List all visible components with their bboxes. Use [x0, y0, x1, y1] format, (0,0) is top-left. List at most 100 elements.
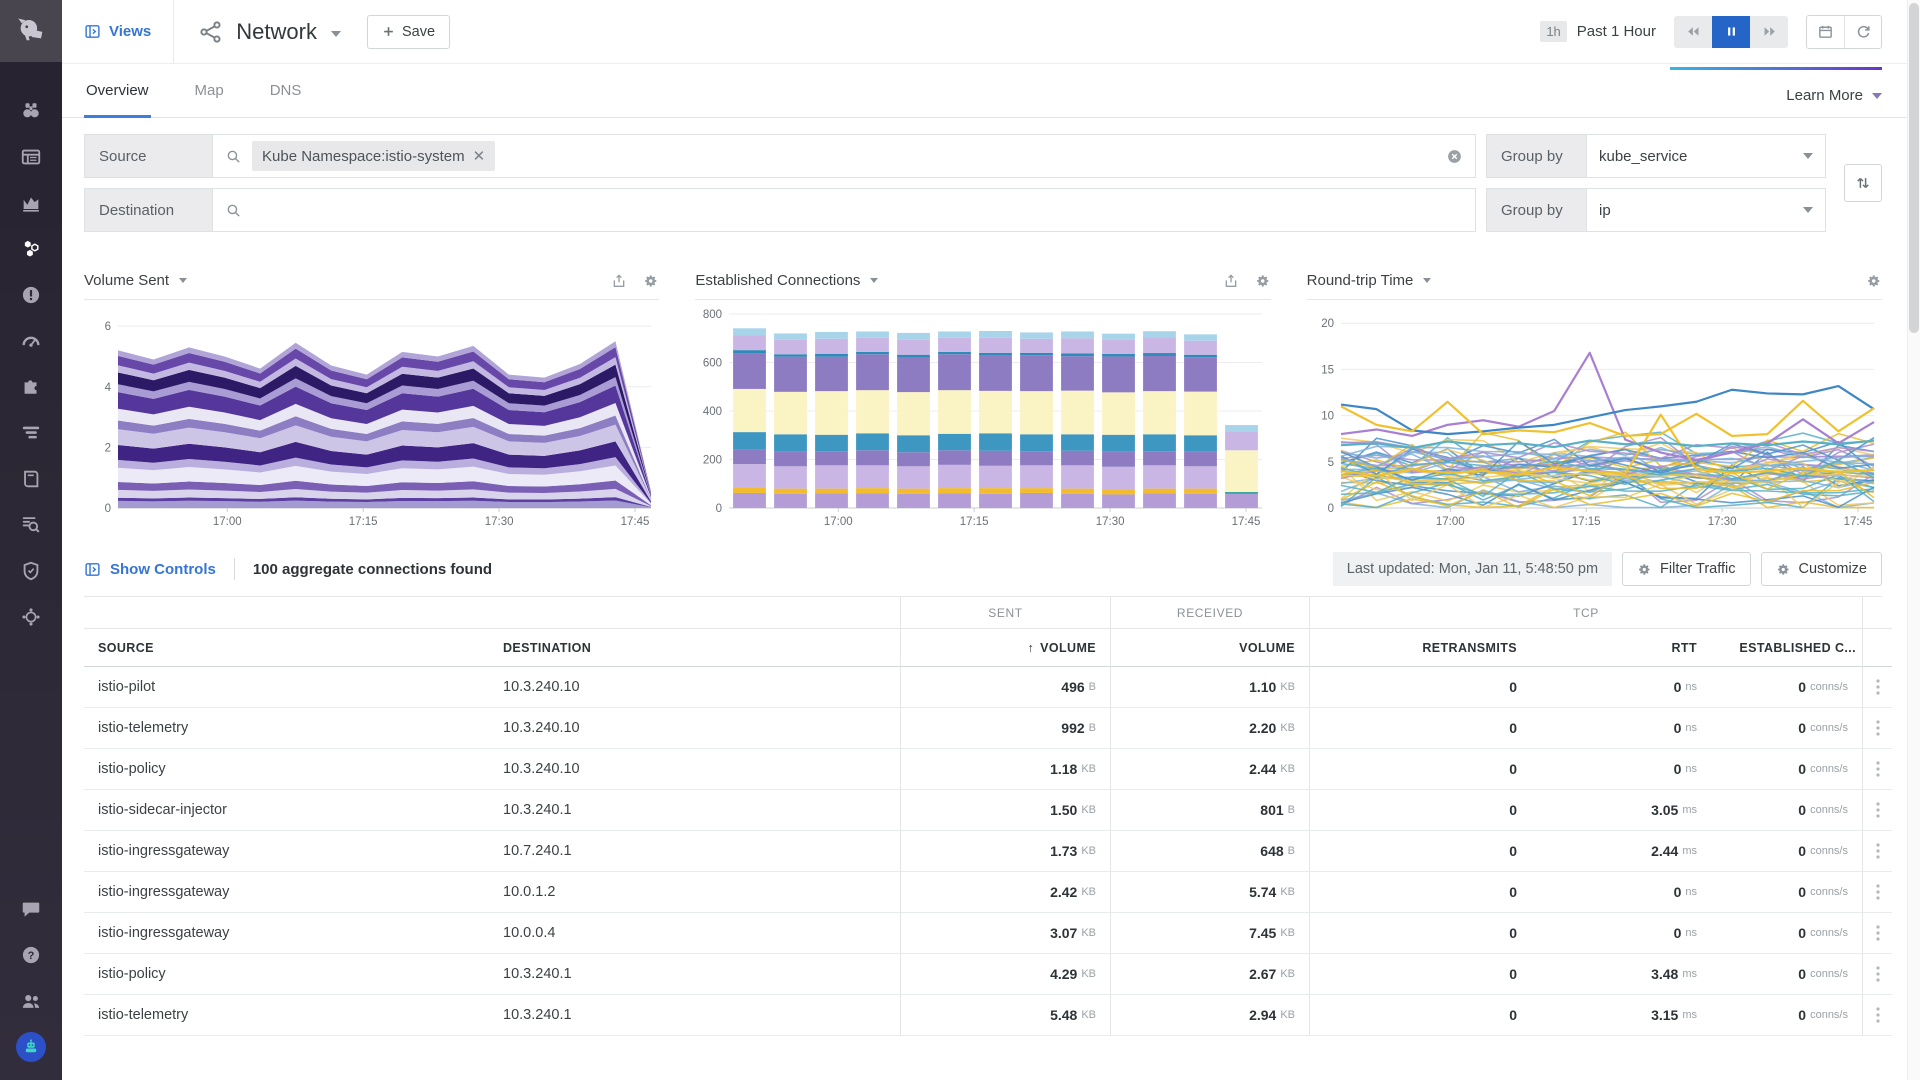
column-header-established[interactable]: ESTABLISHED C... — [1711, 629, 1862, 667]
scrollbar-thumb[interactable] — [1909, 3, 1919, 333]
source-search-input[interactable]: Kube Namespace:istio-system ✕ — [212, 134, 1476, 178]
chart-title-established-connections[interactable]: Established Connections — [695, 272, 860, 289]
sidebar-item-logs[interactable] — [0, 502, 62, 548]
column-header-rtt[interactable]: RTT — [1531, 629, 1711, 667]
time-range-label[interactable]: Past 1 Hour — [1577, 23, 1656, 40]
row-actions-kebab-icon[interactable] — [1862, 749, 1892, 790]
show-controls-button[interactable]: Show Controls — [84, 561, 216, 578]
svg-text:600: 600 — [703, 358, 722, 370]
sidebar-item-help[interactable]: ? — [0, 932, 62, 978]
source-group-by-value: kube_service — [1599, 148, 1687, 165]
title-chevron-down-icon[interactable] — [331, 31, 341, 37]
svg-text:17:45: 17:45 — [1843, 516, 1872, 528]
swap-source-destination-button[interactable] — [1844, 164, 1882, 202]
time-range-badge: 1h — [1540, 21, 1566, 42]
learn-more-button[interactable]: Learn More — [1786, 64, 1882, 117]
table-row[interactable]: istio-pilot10.3.240.10496B1.10KB00ns0con… — [84, 667, 1882, 708]
gear-icon[interactable] — [643, 273, 659, 289]
row-actions-kebab-icon[interactable] — [1862, 954, 1892, 995]
refresh-button[interactable] — [1844, 16, 1881, 48]
sidebar-item-watchdog[interactable] — [0, 88, 62, 134]
row-received-volume: 2.94KB — [1110, 995, 1309, 1036]
help-icon: ? — [20, 944, 42, 966]
row-actions-kebab-icon[interactable] — [1862, 667, 1892, 708]
chat-icon — [20, 898, 42, 920]
row-actions-kebab-icon[interactable] — [1862, 708, 1892, 749]
sidebar-item-integrations[interactable] — [0, 364, 62, 410]
calendar-button[interactable] — [1807, 16, 1844, 48]
svg-text:200: 200 — [703, 455, 722, 467]
table-row[interactable]: istio-policy10.3.240.101.18KB2.44KB00ns0… — [84, 749, 1882, 790]
sidebar-item-apm[interactable] — [0, 410, 62, 456]
chart-title-volume-sent[interactable]: Volume Sent — [84, 272, 169, 289]
chart-chevron-down-icon[interactable] — [179, 278, 187, 283]
time-backward-button[interactable] — [1674, 16, 1712, 48]
tabs-bar: Overview Map DNS Learn More — [62, 64, 1908, 118]
row-actions-kebab-icon[interactable] — [1862, 913, 1892, 954]
source-group-by-select[interactable]: kube_service — [1586, 134, 1826, 178]
destination-group-by-select[interactable]: ip — [1586, 188, 1826, 232]
chart-panel-round-trip-time: Round-trip Time 0510152017:0017:1517:301… — [1307, 262, 1882, 540]
sidebar-item-infrastructure[interactable] — [0, 180, 62, 226]
remove-pill-icon[interactable]: ✕ — [473, 147, 486, 165]
sidebar-item-chat[interactable] — [0, 886, 62, 932]
tab-map[interactable]: Map — [193, 64, 226, 117]
table-row[interactable]: istio-policy10.3.240.14.29KB2.67KB03.48m… — [84, 954, 1882, 995]
filter-traffic-button[interactable]: Filter Traffic — [1622, 552, 1750, 586]
sidebar-item-dashboards[interactable] — [0, 134, 62, 180]
svg-text:10: 10 — [1321, 411, 1334, 423]
column-header-source[interactable]: SOURCE — [84, 629, 489, 667]
established-connections-chart[interactable]: 020040060080017:0017:1517:3017:45 — [695, 300, 1270, 540]
destination-search-input[interactable] — [212, 188, 1476, 232]
sidebar-item-metrics[interactable] — [0, 318, 62, 364]
table-row[interactable]: istio-ingressgateway10.0.1.22.42KB5.74KB… — [84, 872, 1882, 913]
round-trip-time-chart[interactable]: 0510152017:0017:1517:3017:45 — [1307, 300, 1882, 540]
time-forward-button[interactable] — [1750, 16, 1788, 48]
sidebar-item-network[interactable] — [0, 594, 62, 640]
column-header-sent-volume[interactable]: ↑ VOLUME — [900, 629, 1110, 667]
sidebar-item-users[interactable] — [0, 978, 62, 1024]
row-established: 0conns/s — [1711, 708, 1862, 749]
export-icon[interactable] — [611, 273, 627, 289]
chart-chevron-down-icon[interactable] — [870, 278, 878, 283]
views-button[interactable]: Views — [84, 23, 173, 40]
top-bar: Views Network Save 1h Past 1 Hour — [62, 0, 1908, 64]
sidebar-item-events[interactable] — [0, 272, 62, 318]
column-header-retransmits[interactable]: RETRANSMITS — [1309, 629, 1531, 667]
volume-sent-chart[interactable]: 024617:0017:1517:3017:45 — [84, 300, 659, 540]
page-scrollbar[interactable] — [1907, 0, 1920, 1080]
chart-title-round-trip-time[interactable]: Round-trip Time — [1307, 272, 1414, 289]
gear-icon[interactable] — [1866, 273, 1882, 289]
sidebar-item-bot[interactable] — [0, 1024, 62, 1070]
export-icon[interactable] — [1223, 273, 1239, 289]
sidebar-item-host-map[interactable] — [0, 226, 62, 272]
column-header-destination[interactable]: DESTINATION — [489, 629, 900, 667]
source-filter-pill[interactable]: Kube Namespace:istio-system ✕ — [252, 141, 495, 171]
sidebar-item-security[interactable] — [0, 548, 62, 594]
column-header-received-volume[interactable]: VOLUME — [1110, 629, 1309, 667]
row-actions-kebab-icon[interactable] — [1862, 790, 1892, 831]
gear-icon — [1776, 562, 1791, 577]
pause-button[interactable] — [1712, 16, 1750, 48]
row-source: istio-ingressgateway — [84, 831, 489, 872]
customize-button[interactable]: Customize — [1761, 552, 1883, 586]
chart-chevron-down-icon[interactable] — [1423, 278, 1431, 283]
table-row[interactable]: istio-ingressgateway10.7.240.11.73KB648B… — [84, 831, 1882, 872]
row-actions-kebab-icon[interactable] — [1862, 831, 1892, 872]
table-row[interactable]: istio-ingressgateway10.0.0.43.07KB7.45KB… — [84, 913, 1882, 954]
row-retransmits: 0 — [1309, 831, 1531, 872]
sidebar-item-notebooks[interactable] — [0, 456, 62, 502]
connections-table: SENT RECEIVED TCP SOURCE DESTINATION ↑ V… — [84, 596, 1882, 1036]
datadog-logo[interactable] — [0, 0, 62, 62]
main-area: Views Network Save 1h Past 1 Hour — [62, 0, 1908, 1080]
tab-overview[interactable]: Overview — [84, 64, 151, 117]
clear-search-icon[interactable] — [1446, 148, 1463, 165]
tab-dns[interactable]: DNS — [268, 64, 304, 117]
save-button[interactable]: Save — [367, 15, 450, 49]
row-actions-kebab-icon[interactable] — [1862, 872, 1892, 913]
row-actions-kebab-icon[interactable] — [1862, 995, 1892, 1036]
table-row[interactable]: istio-telemetry10.3.240.10992B2.20KB00ns… — [84, 708, 1882, 749]
table-row[interactable]: istio-sidecar-injector10.3.240.11.50KB80… — [84, 790, 1882, 831]
table-row[interactable]: istio-telemetry10.3.240.15.48KB2.94KB03.… — [84, 995, 1882, 1036]
gear-icon[interactable] — [1255, 273, 1271, 289]
